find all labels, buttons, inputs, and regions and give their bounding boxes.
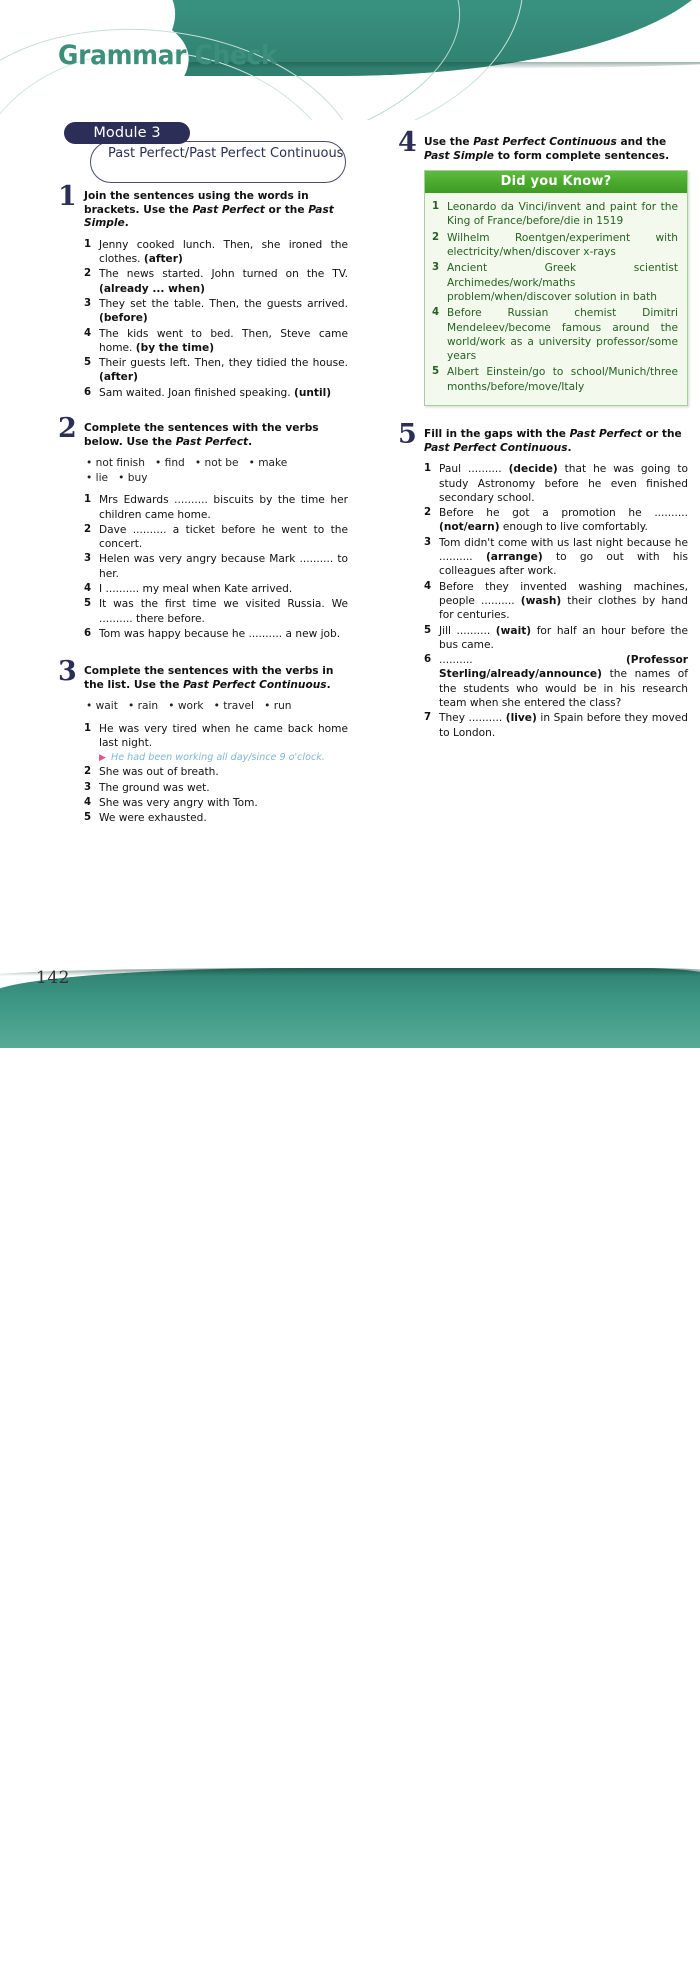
exercise-item: Jill .......... (wait) for half an hour … xyxy=(424,624,688,651)
exercise-item: Tom didn't come with us last night becau… xyxy=(424,536,688,578)
exercise-item: Paul .......... (decide) that he was goi… xyxy=(424,462,688,504)
exercise-body: Complete the sentences with the verbs be… xyxy=(58,422,348,641)
did-you-know-box: Did you Know? Leonardo da Vinci/invent an… xyxy=(424,170,688,407)
bullet-icon: • xyxy=(168,700,178,713)
word-bank-word: run xyxy=(273,700,292,713)
exercise-rubric: Fill in the gaps with the Past Perfect o… xyxy=(424,428,682,454)
exercise-item: Jenny cooked lunch. Then, she ironed the… xyxy=(84,238,348,266)
exercise-number: 5 xyxy=(398,419,417,451)
word-bank-word: find xyxy=(164,457,185,470)
bullet-icon: • xyxy=(128,700,138,713)
exercise-item: Dave .......... a ticket before he went … xyxy=(84,523,348,551)
exercise-item: Helen was very angry because Mark ......… xyxy=(84,552,348,580)
exercise-item: They .......... (live) in Spain before t… xyxy=(424,711,689,739)
exercise-number: 4 xyxy=(398,127,417,158)
exercise-4: 4 Use the Past Perfect Continuous and the… xyxy=(398,129,688,407)
exercise-item: It was the first time we visited Russia.… xyxy=(84,597,348,625)
exercise-rubric: Complete the sentences with the verbs in… xyxy=(84,665,334,691)
bullet-icon: • xyxy=(86,700,96,713)
exercise-item: The ground was wet. xyxy=(84,781,210,796)
exercise-item: She was out of breath. xyxy=(84,765,219,780)
exercise-item: We were exhausted. xyxy=(84,811,207,826)
bullet-icon: • xyxy=(86,471,96,484)
exercise-item-list: He was very tired when he came back home… xyxy=(84,722,348,826)
example-answer: ▶ He had been working all day/since 9 o'c… xyxy=(99,752,325,764)
module-topic-label: Past Perfect/Past Perfect Continuous xyxy=(108,146,344,161)
exercise-rubric: Use the Past Perfect Continuous and the … xyxy=(424,136,670,162)
module-badge: Module 3 xyxy=(64,122,190,144)
word-bank-word: travel xyxy=(223,700,254,713)
exercise-item: They set the table. Then, the guests arr… xyxy=(84,297,348,325)
exercise-5: 5 Fill in the gaps with the Past Perfect … xyxy=(398,421,688,740)
exercise-item: He was very tired when he came back home… xyxy=(84,722,348,764)
exercise-number: 3 xyxy=(58,656,77,688)
exercise-number: 2 xyxy=(58,413,77,445)
exercise-item-list: Mrs Edwards .......... biscuits by the t… xyxy=(84,493,348,641)
exercise-item: Tom was happy because he .......... a ne… xyxy=(84,627,341,642)
bullet-icon: • xyxy=(194,457,205,470)
word-bank: • not finish • find • not be • make • lie… xyxy=(84,456,348,485)
exercise-item: The kids went to bed. Then, Steve came h… xyxy=(84,327,348,354)
bullet-icon: • xyxy=(213,700,224,713)
exercise-item: Before they invented washing machines, p… xyxy=(424,580,688,622)
word-bank-word: not be xyxy=(204,457,239,470)
exercise-body: Join the sentences using the words in br… xyxy=(58,190,348,400)
exercise-body: Use the Past Perfect Continuous and the … xyxy=(398,136,688,407)
exercise-item: .......... (Professor Sterling/already/a… xyxy=(424,653,688,709)
word-bank-word: not finish xyxy=(95,457,145,470)
bullet-icon: • xyxy=(118,471,128,484)
exercise-3: 3 Complete the sentences with the verbs i… xyxy=(58,658,348,826)
right-column: 4 Use the Past Perfect Continuous and the… xyxy=(398,129,688,753)
answer-arrow-icon: ▶ xyxy=(99,753,106,764)
did-you-know-header: Did you Know? xyxy=(425,171,687,194)
exercise-item: She was very angry with Tom. xyxy=(84,796,258,811)
exercise-item: I .......... my meal when Kate arrived. xyxy=(84,582,293,597)
left-column: 1 Join the sentences using the words in b… xyxy=(58,183,348,839)
exercise-item: Leonardo da Vinci/invent and paint for t… xyxy=(432,200,678,228)
word-bank-word: buy xyxy=(127,471,148,484)
exercise-rubric: Complete the sentences with the verbs be… xyxy=(84,422,319,448)
page-number: 142 xyxy=(36,968,70,988)
exercise-rubric: Join the sentences using the words in br… xyxy=(84,190,334,230)
exercise-item: Their guests left. Then, they tidied the… xyxy=(84,356,348,384)
word-bank-word: lie xyxy=(95,471,109,484)
footer-sheen xyxy=(30,1964,670,1976)
word-bank-word: wait xyxy=(95,700,118,713)
bullet-icon: • xyxy=(155,457,165,470)
exercise-1: 1 Join the sentences using the words in b… xyxy=(58,183,348,400)
exercise-item: Ancient Greek scientist Archimedes/work/… xyxy=(432,261,678,303)
bullet-icon: • xyxy=(248,457,259,470)
exercise-item: Before he got a promotion he .......... … xyxy=(424,506,688,534)
exercise-item: Before Russian chemist Dimitri Mendeleev… xyxy=(432,306,678,363)
word-bank: • wait • rain • work • travel • run xyxy=(84,699,348,714)
exercise-number: 1 xyxy=(58,181,77,212)
did-you-know-item-list: Leonardo da Vinci/invent and paint for t… xyxy=(432,200,678,394)
exercise-body: Complete the sentences with the verbs in… xyxy=(58,665,348,826)
bullet-icon: • xyxy=(264,700,274,713)
footer-band-shadow xyxy=(0,968,700,976)
word-bank-word: make xyxy=(258,457,288,470)
exercise-body: Fill in the gaps with the Past Perfect o… xyxy=(398,428,688,740)
exercise-item: Albert Einstein/go to school/Munich/thre… xyxy=(432,365,678,393)
footer-teal-band xyxy=(0,968,700,1976)
word-bank-word: rain xyxy=(137,700,159,713)
word-bank-word: work xyxy=(177,700,204,713)
exercise-item-list: Paul .......... (decide) that he was goi… xyxy=(424,462,688,740)
exercise-item: The news started. John turned on the TV.… xyxy=(84,267,348,295)
bullet-icon: • xyxy=(86,457,96,470)
exercise-item: Wilhelm Roentgen/experiment with electri… xyxy=(432,231,678,259)
exercise-item: Sam waited. Joan finished speaking. (unt… xyxy=(84,386,332,401)
did-you-know-body: Leonardo da Vinci/invent and paint for t… xyxy=(425,193,687,405)
page-title: Grammar Check xyxy=(58,40,278,71)
exercise-item-list: Jenny cooked lunch. Then, she ironed the… xyxy=(84,238,348,401)
exercise-2: 2 Complete the sentences with the verbs b… xyxy=(58,415,348,641)
exercise-item: Mrs Edwards .......... biscuits by the t… xyxy=(84,493,348,521)
